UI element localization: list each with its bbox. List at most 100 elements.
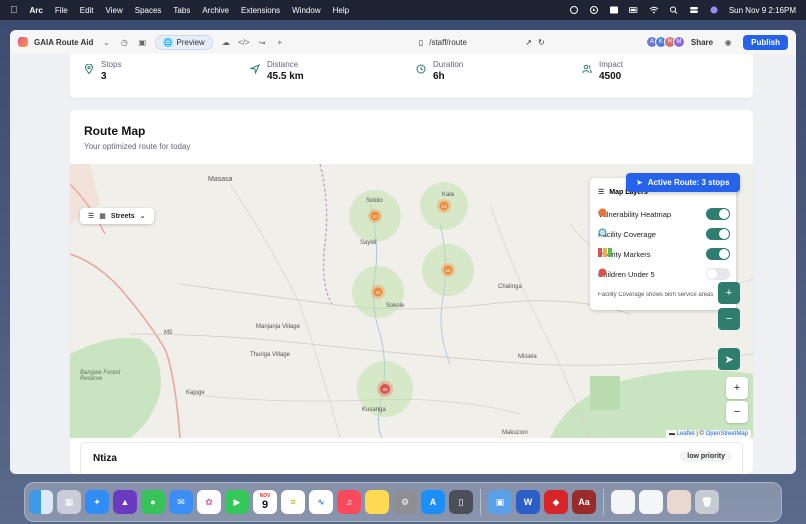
preview-icon[interactable]: ▣ <box>488 490 512 514</box>
zoom-in-button[interactable]: + <box>726 377 748 399</box>
launchpad-icon[interactable]: ▦ <box>57 490 81 514</box>
app-store-icon[interactable]: A <box>421 490 445 514</box>
sidebar-toggle-icon[interactable]: ▣ <box>135 35 149 49</box>
system-settings-icon[interactable]: ⚙ <box>393 490 417 514</box>
priority-marker[interactable]: 10 <box>368 209 382 223</box>
music-icon[interactable]: ♫ <box>337 490 361 514</box>
recent-image-thumbnail[interactable] <box>667 490 691 514</box>
priority-markers-toggle[interactable] <box>706 248 730 260</box>
menu-edit[interactable]: Edit <box>80 6 94 15</box>
notes-icon[interactable] <box>365 490 389 514</box>
globe-icon: 🌐 <box>163 37 174 47</box>
cloud-icon[interactable]: ☁ <box>219 35 233 49</box>
trash-icon[interactable]: 🗑 <box>695 490 719 514</box>
navigation-icon <box>250 64 260 74</box>
marker-label: 10 <box>372 214 378 219</box>
macos-dock: ▦ ✦ ▲ ● ✉ ✿ ▶ NOV 9 ≡ ∿ ♫ ⚙ A ▯ ▣ W ◆ Aa … <box>24 482 782 522</box>
acrobat-icon[interactable]: ◆ <box>544 490 568 514</box>
affinity-icon[interactable]: ▲ <box>113 490 137 514</box>
priority-marker[interactable]: 13 <box>437 199 451 213</box>
preview-button[interactable]: 🌐 Preview <box>155 34 213 50</box>
menu-spaces[interactable]: Spaces <box>135 6 162 15</box>
avatar[interactable]: M <box>672 36 685 48</box>
locate-button[interactable]: ➤ <box>718 348 740 370</box>
base-layer-selector[interactable]: ☰ ▦ Streets ⌄ <box>80 208 154 224</box>
ukraine-flag-icon: ▬ <box>668 431 675 437</box>
priority-marker[interactable]: 32 <box>377 381 393 397</box>
url-path[interactable]: /staff/route <box>429 38 519 47</box>
apple-menu-icon[interactable]:  <box>10 5 18 16</box>
place-label: Chalinga <box>498 284 522 290</box>
refresh-icon[interactable]: ↻ <box>538 38 545 47</box>
keyboard-input-icon[interactable] <box>609 6 619 14</box>
place-label: Kala <box>442 192 455 198</box>
map-attribution: ▬ Leaflet | © OpenStreetMap <box>665 430 751 438</box>
zoom-out-button[interactable]: − <box>726 401 748 423</box>
chevron-down-icon[interactable]: ⌄ <box>99 35 113 49</box>
battery-icon[interactable] <box>628 6 639 14</box>
macos-menubar:  Arc File Edit View Spaces Tabs Archive… <box>0 0 806 20</box>
leaflet-link[interactable]: Leaflet <box>677 431 695 437</box>
menu-archive[interactable]: Archive <box>202 6 229 15</box>
project-title[interactable]: GAIA Route Aid <box>34 38 93 47</box>
freeform-icon[interactable]: ∿ <box>309 490 333 514</box>
facility-coverage-toggle[interactable] <box>706 228 730 240</box>
marker-label: 32 <box>382 387 388 392</box>
vulnerability-heatmap-toggle[interactable] <box>706 208 730 220</box>
finder-icon[interactable] <box>29 490 53 514</box>
word-icon[interactable]: W <box>516 490 540 514</box>
layer-row-priority: Priority Markers <box>598 248 730 260</box>
menu-tabs[interactable]: Tabs <box>173 6 190 15</box>
map-icon: ▦ <box>99 213 106 220</box>
recent-document-thumbnail[interactable] <box>611 490 635 514</box>
recent-document-thumbnail[interactable] <box>639 490 663 514</box>
menu-file[interactable]: File <box>55 6 68 15</box>
photos-icon[interactable]: ✿ <box>197 490 221 514</box>
code-icon[interactable]: </> <box>237 35 251 49</box>
layer-zoom-in-button[interactable]: + <box>718 282 740 304</box>
github-icon[interactable]: ◉ <box>721 35 735 49</box>
menu-view[interactable]: View <box>106 6 123 15</box>
history-icon[interactable]: ◷ <box>117 35 131 49</box>
search-icon[interactable] <box>669 6 679 14</box>
menu-app-name[interactable]: Arc <box>30 6 43 15</box>
dictionary-icon[interactable]: Aa <box>572 490 596 514</box>
menubar-clock[interactable]: Sun Nov 9 2:16PM <box>729 6 796 15</box>
map-canvas[interactable]: 10 13 24 16 32 Masasa Sololo Kala Sayidi… <box>70 164 753 438</box>
place-label: Sayidi <box>360 240 377 246</box>
menu-window[interactable]: Window <box>292 6 320 15</box>
control-center-icon[interactable] <box>689 6 699 14</box>
facetime-icon[interactable]: ▶ <box>225 490 249 514</box>
messages-icon[interactable]: ● <box>141 490 165 514</box>
vpn-icon[interactable] <box>569 6 579 14</box>
play-icon[interactable] <box>589 6 599 14</box>
analytics-icon[interactable]: ↝ <box>255 35 269 49</box>
children-under-5-toggle[interactable] <box>706 268 730 280</box>
place-label: Kusanga <box>362 407 386 413</box>
preview-label: Preview <box>176 37 205 47</box>
menu-help[interactable]: Help <box>333 6 349 15</box>
collaborator-avatars[interactable]: A K R M <box>645 36 685 48</box>
priority-marker[interactable]: 16 <box>441 263 455 277</box>
navigation-icon: ➤ <box>724 353 734 366</box>
priority-badge: low priority <box>680 451 732 462</box>
reminders-icon[interactable]: ≡ <box>281 490 305 514</box>
mail-icon[interactable]: ✉ <box>169 490 193 514</box>
calendar-icon[interactable]: NOV 9 <box>253 490 277 514</box>
stop-card[interactable]: Ntiza low priority <box>80 442 743 474</box>
share-button[interactable]: Share <box>691 38 713 47</box>
stat-stops: Stops 3 <box>84 60 121 82</box>
iphone-mirroring-icon[interactable]: ▯ <box>449 490 473 514</box>
priority-marker[interactable]: 24 <box>371 285 385 299</box>
osm-link[interactable]: OpenStreetMap <box>706 431 748 437</box>
add-icon[interactable]: + <box>273 35 287 49</box>
url-bar[interactable]: ▯ /staff/route ↗ ↻ <box>419 38 545 47</box>
menu-extensions[interactable]: Extensions <box>241 6 280 15</box>
layer-zoom-out-button[interactable]: − <box>718 308 740 330</box>
open-external-icon[interactable]: ↗ <box>525 38 532 47</box>
safari-icon[interactable]: ✦ <box>85 490 109 514</box>
priority-bars-icon <box>598 248 612 257</box>
siri-icon[interactable] <box>709 6 719 14</box>
publish-button[interactable]: Publish <box>743 34 788 50</box>
wifi-icon[interactable] <box>649 6 659 14</box>
